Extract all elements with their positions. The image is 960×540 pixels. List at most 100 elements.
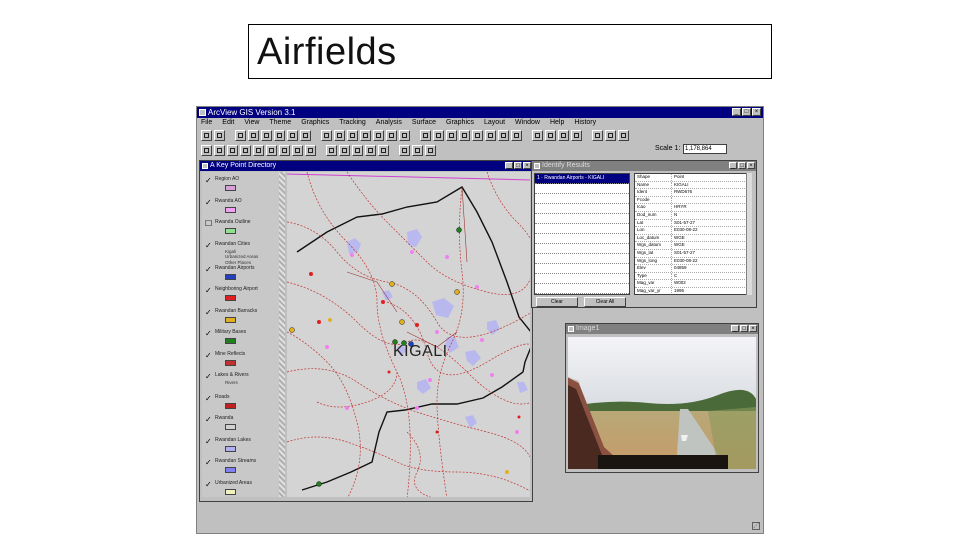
tool-icon[interactable] xyxy=(334,130,345,141)
identify-selected-row[interactable]: 1 · Rwandan Airports - KIGALI xyxy=(535,174,629,184)
tool-icon[interactable] xyxy=(365,145,376,156)
tool-icon[interactable] xyxy=(292,145,303,156)
tool-icon[interactable] xyxy=(201,130,212,141)
toc-layer[interactable]: ✓ Rwandan Streams xyxy=(205,458,279,480)
checkbox-unchecked-icon[interactable]: ☐ xyxy=(205,220,212,228)
identify-feature-list[interactable]: 1 · Rwandan Airports - KIGALI xyxy=(534,173,630,295)
menu-item[interactable]: History xyxy=(574,118,596,128)
tool-icon[interactable] xyxy=(592,130,603,141)
scale-input[interactable]: 1,178,864 xyxy=(683,144,727,154)
menu-item[interactable]: Surface xyxy=(412,118,436,128)
identify-titlebar[interactable]: Identify Results _ □ × xyxy=(532,161,756,171)
menu-item[interactable]: Graphics xyxy=(446,118,474,128)
tool-icon[interactable] xyxy=(352,145,363,156)
checkbox-checked-icon[interactable]: ✓ xyxy=(205,241,212,249)
menu-item[interactable]: Graphics xyxy=(301,118,329,128)
checkbox-checked-icon[interactable]: ✓ xyxy=(205,265,212,273)
image-close-button[interactable]: × xyxy=(749,325,757,332)
tool-icon[interactable] xyxy=(214,145,225,156)
menu-item[interactable]: View xyxy=(244,118,259,128)
tool-icon[interactable] xyxy=(321,130,332,141)
checkbox-checked-icon[interactable]: ✓ xyxy=(205,459,212,467)
identify-close-button[interactable]: × xyxy=(747,162,755,169)
toc-layer[interactable]: ☐ Rwanda Outline xyxy=(205,219,279,241)
tool-icon[interactable] xyxy=(605,130,616,141)
tool-icon[interactable] xyxy=(399,130,410,141)
tool-icon[interactable] xyxy=(459,130,470,141)
tool-icon[interactable] xyxy=(433,130,444,141)
checkbox-checked-icon[interactable]: ✓ xyxy=(205,287,212,295)
tool-icon[interactable] xyxy=(420,130,431,141)
tool-icon[interactable] xyxy=(287,130,298,141)
clear-all-button[interactable]: Clear All xyxy=(584,297,626,307)
menu-item[interactable]: Layout xyxy=(484,118,505,128)
tool-icon[interactable] xyxy=(261,130,272,141)
menu-item[interactable]: Tracking xyxy=(339,118,366,128)
checkbox-checked-icon[interactable]: ✓ xyxy=(205,330,212,338)
view-minimize-button[interactable]: _ xyxy=(505,162,513,169)
tool-icon[interactable] xyxy=(253,145,264,156)
tool-icon[interactable] xyxy=(347,130,358,141)
menu-item[interactable]: Edit xyxy=(222,118,234,128)
close-button[interactable]: × xyxy=(752,108,761,116)
tool-icon[interactable] xyxy=(373,130,384,141)
tool-icon[interactable] xyxy=(446,130,457,141)
tool-icon[interactable] xyxy=(399,145,410,156)
identify-scrollbar[interactable] xyxy=(746,173,752,295)
tool-icon[interactable] xyxy=(511,130,522,141)
toc-layer[interactable]: ✓ Rwandan Cities Kigali Urbanized Areas Othe… xyxy=(205,241,279,265)
tool-icon[interactable] xyxy=(472,130,483,141)
identify-minimize-button[interactable]: _ xyxy=(729,162,737,169)
table-of-contents[interactable]: ✓ Region AO ✓ Rwanda AO ☐ Rwanda Outline ✓ Rwan… xyxy=(202,172,280,497)
checkbox-checked-icon[interactable]: ✓ xyxy=(205,437,212,445)
toc-layer[interactable]: ✓ Neighboring Airport xyxy=(205,286,279,308)
checkbox-checked-icon[interactable]: ✓ xyxy=(205,373,212,381)
toc-layer[interactable]: ✓ Urbanized Areas xyxy=(205,480,279,498)
identify-maximize-button[interactable]: □ xyxy=(738,162,746,169)
checkbox-checked-icon[interactable]: ✓ xyxy=(205,480,212,488)
toc-layer[interactable]: ✓ Roads xyxy=(205,394,279,416)
toc-layer[interactable]: ✓ Mine Reflects xyxy=(205,351,279,373)
tool-icon[interactable] xyxy=(558,130,569,141)
maximize-button[interactable]: □ xyxy=(742,108,751,116)
menu-item[interactable]: Theme xyxy=(269,118,291,128)
image-minimize-button[interactable]: _ xyxy=(731,325,739,332)
checkbox-checked-icon[interactable]: ✓ xyxy=(205,416,212,424)
app-titlebar[interactable]: ArcView GIS Version 3.1 _ □ × xyxy=(197,107,763,118)
tool-icon[interactable] xyxy=(326,145,337,156)
menu-item[interactable]: Help xyxy=(550,118,564,128)
tool-icon[interactable] xyxy=(300,130,311,141)
tool-icon[interactable] xyxy=(425,145,436,156)
toc-scrollbar[interactable] xyxy=(279,172,285,497)
toc-layer[interactable]: ✓ Rwandan Barracks xyxy=(205,308,279,330)
toc-layer[interactable]: ✓ Rwanda AO xyxy=(205,198,279,220)
tool-icon[interactable] xyxy=(274,130,285,141)
image-maximize-button[interactable]: □ xyxy=(740,325,748,332)
toc-layer[interactable]: ✓ Region AO xyxy=(205,176,279,198)
tool-icon[interactable] xyxy=(498,130,509,141)
tool-icon[interactable] xyxy=(201,145,212,156)
toc-layer[interactable]: ✓ Rwandan Airports xyxy=(205,265,279,287)
toc-layer[interactable]: ✓ Military Bases xyxy=(205,329,279,351)
toc-layer[interactable]: ✓ Rwanda xyxy=(205,415,279,437)
view-maximize-button[interactable]: □ xyxy=(514,162,522,169)
tool-icon[interactable] xyxy=(240,145,251,156)
tool-icon[interactable] xyxy=(545,130,556,141)
tool-icon[interactable] xyxy=(235,130,246,141)
toc-layer[interactable]: ✓ Rwandan Lakes xyxy=(205,437,279,459)
tool-icon[interactable] xyxy=(571,130,582,141)
tool-icon[interactable] xyxy=(378,145,389,156)
tool-icon[interactable] xyxy=(248,130,259,141)
tool-icon[interactable] xyxy=(360,130,371,141)
tool-icon[interactable] xyxy=(618,130,629,141)
view-window-titlebar[interactable]: A Key Point Directory _ □ × xyxy=(200,161,532,171)
menu-item[interactable]: Window xyxy=(515,118,540,128)
tool-icon[interactable] xyxy=(386,130,397,141)
tool-icon[interactable] xyxy=(214,130,225,141)
tool-icon[interactable] xyxy=(339,145,350,156)
tool-icon[interactable] xyxy=(279,145,290,156)
resize-grip-icon[interactable]: ⋰ xyxy=(752,522,760,530)
tool-icon[interactable] xyxy=(532,130,543,141)
checkbox-checked-icon[interactable]: ✓ xyxy=(205,351,212,359)
checkbox-checked-icon[interactable]: ✓ xyxy=(205,308,212,316)
